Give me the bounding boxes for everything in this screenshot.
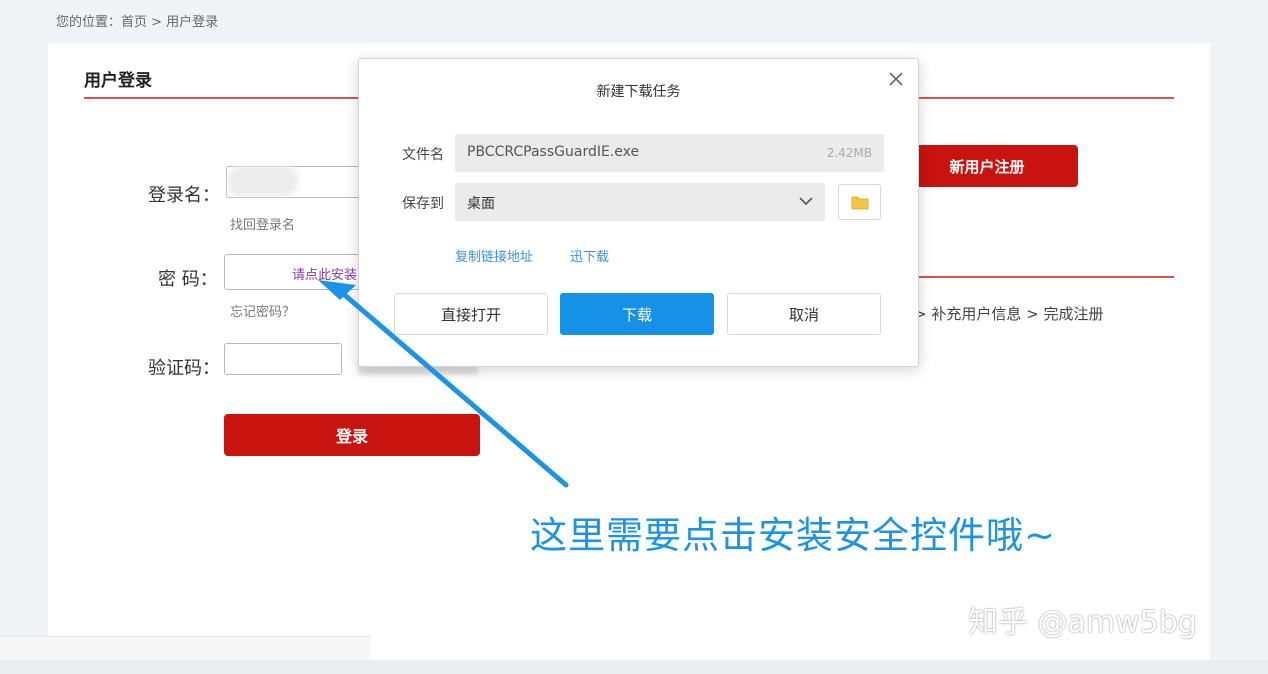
arrow-annotation-icon — [318, 280, 569, 488]
annotation-text: 这里需要点击安装安全控件哦~ — [530, 514, 1057, 557]
watermark: 知乎 @amw5bg — [968, 605, 1197, 640]
